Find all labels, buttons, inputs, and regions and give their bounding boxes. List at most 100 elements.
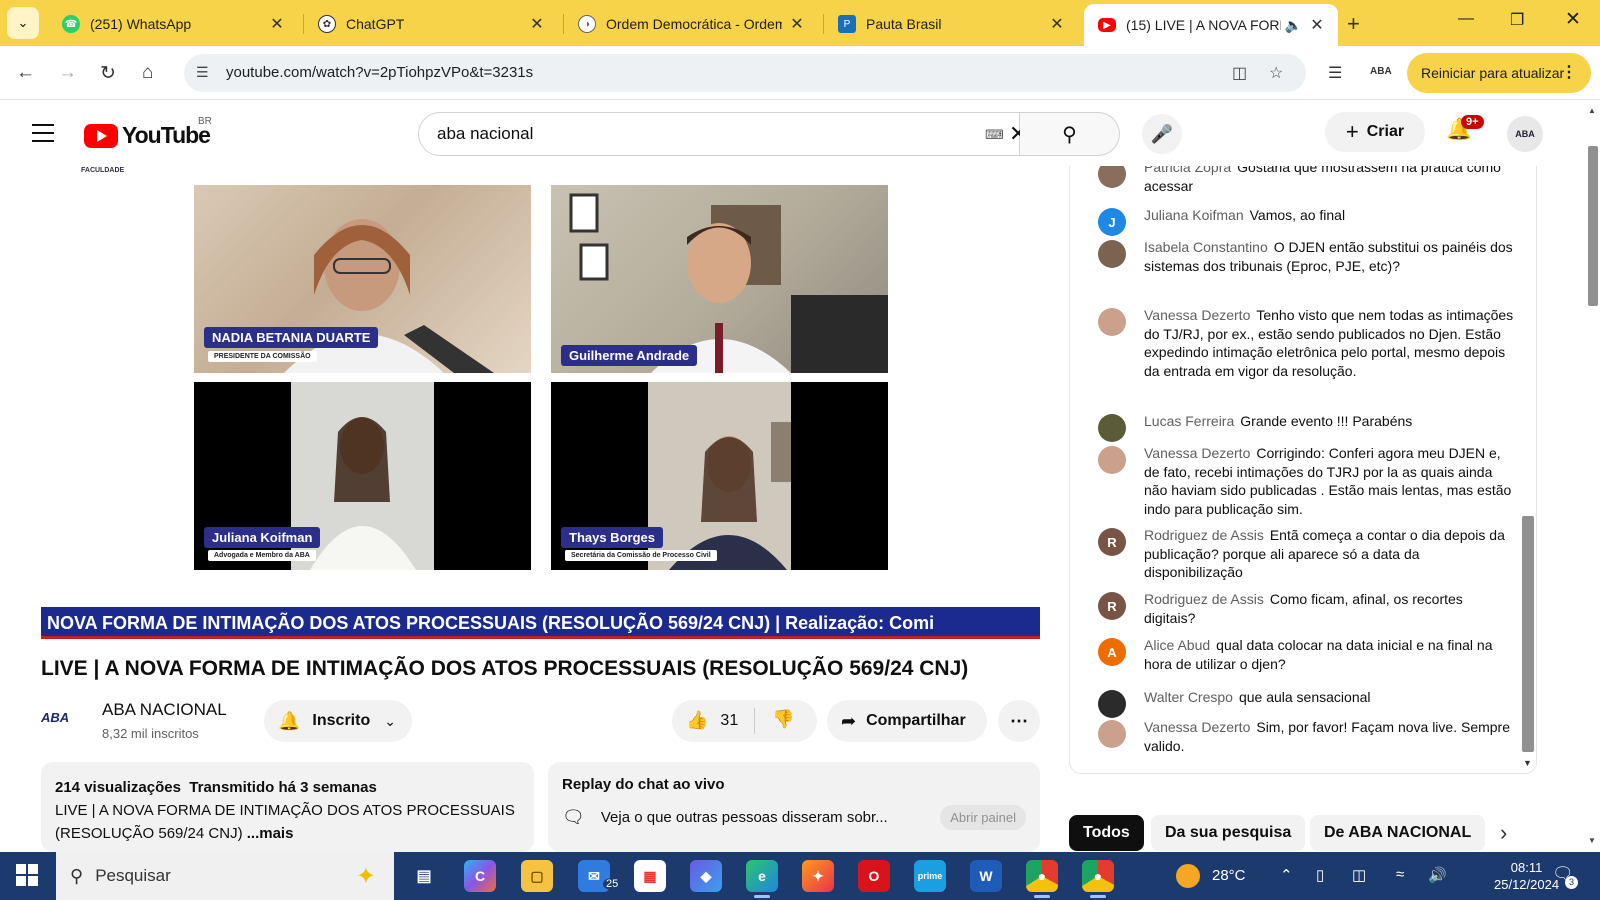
task-view-icon[interactable]: ▤ — [408, 860, 440, 892]
open-panel-button[interactable]: Abrir painel — [940, 805, 1026, 830]
chrome-icon[interactable]: ● — [1082, 860, 1114, 898]
search-button[interactable]: ⚲ — [1020, 112, 1120, 156]
chat-author[interactable]: Rodriguez de Assis — [1144, 527, 1264, 543]
battery-icon[interactable]: ◫ — [1352, 866, 1366, 884]
close-icon[interactable]: ✕ — [1048, 14, 1066, 34]
prime-video-icon[interactable]: prime — [914, 860, 946, 892]
wifi-icon[interactable]: ≈ — [1396, 866, 1404, 883]
chat-avatar[interactable]: A — [1098, 638, 1126, 666]
temperature[interactable]: 28°C — [1212, 867, 1246, 884]
chip-todos[interactable]: Todos — [1069, 815, 1144, 851]
speaker-icon[interactable]: 🔈 — [1285, 17, 1302, 34]
chat-avatar[interactable]: R — [1098, 592, 1126, 620]
thumbs-down-icon[interactable]: 👎 — [772, 709, 794, 730]
close-icon[interactable]: ✕ — [268, 14, 286, 34]
install-app-icon[interactable]: ◫ — [1232, 63, 1247, 83]
close-icon[interactable]: ✕ — [528, 14, 546, 34]
share-button[interactable]: ➦ Compartilhar — [827, 700, 987, 742]
edge-icon[interactable]: e — [746, 860, 778, 898]
reload-button[interactable]: ↻ — [100, 62, 116, 85]
restart-to-update-button[interactable]: Reiniciar para atualizar ⋮ — [1407, 53, 1591, 93]
page-scroll-up-icon[interactable]: ▲ — [1588, 106, 1596, 115]
chat-scroll-down-icon[interactable]: ▼ — [1523, 758, 1532, 768]
tab-whatsapp[interactable]: ☎ (251) WhatsApp ✕ — [48, 6, 298, 42]
copilot-icon[interactable]: C — [464, 860, 496, 892]
tab-ordem-democratica[interactable]: ◑ Ordem Democrática - Ordem ✕ — [564, 6, 818, 42]
chat-author[interactable]: Walter Crespo — [1144, 689, 1233, 705]
chat-author[interactable]: Lucas Ferreira — [1144, 413, 1234, 429]
chat-author[interactable]: Vanessa Dezerto — [1144, 307, 1250, 323]
chip-da-sua-pesquisa[interactable]: Da sua pesquisa — [1151, 815, 1306, 851]
word-icon[interactable]: W — [970, 860, 1002, 892]
chat-author[interactable]: Juliana Koifman — [1144, 207, 1244, 223]
subscribed-button[interactable]: 🔔 Inscrito ⌄ — [264, 700, 412, 742]
chat-author[interactable]: Patricia Zopra — [1144, 166, 1231, 175]
chat-avatar[interactable] — [1098, 308, 1126, 336]
address-bar[interactable]: ☰ youtube.com/watch?v=2pTiohpzVPo&t=3231… — [184, 54, 1306, 92]
bookmark-star-icon[interactable]: ☆ — [1269, 63, 1283, 83]
more-actions-icon[interactable]: ⋯ — [998, 700, 1040, 742]
chat-avatar[interactable] — [1098, 690, 1126, 718]
youtube-logo[interactable]: YouTube — [84, 122, 211, 149]
chat-avatar[interactable] — [1098, 240, 1126, 268]
chevron-right-icon[interactable]: › — [1500, 820, 1507, 846]
chat-avatar[interactable] — [1098, 720, 1126, 748]
chat-author[interactable]: Rodriguez de Assis — [1144, 591, 1264, 607]
chip-de-aba-nacional[interactable]: De ABA NACIONAL — [1310, 815, 1486, 851]
search-input[interactable] — [437, 124, 957, 144]
file-explorer-icon[interactable]: ▢ — [521, 860, 553, 892]
voice-search-button[interactable]: 🎤 — [1142, 114, 1182, 154]
tab-pauta-brasil[interactable]: P Pauta Brasil ✕ — [824, 6, 1078, 42]
tab-youtube-live[interactable]: ▶ (15) LIVE | A NOVA FORMA DE INTIMAÇÃO … — [1084, 4, 1338, 46]
close-icon[interactable]: ✕ — [788, 14, 806, 34]
create-button[interactable]: + Criar — [1325, 112, 1425, 152]
minimize-button[interactable]: — — [1458, 10, 1474, 28]
keyboard-icon[interactable]: ⌨ — [985, 127, 1004, 143]
system-clock[interactable]: 08:11 25/12/2024 — [1494, 859, 1559, 893]
app-icon[interactable]: ◆ — [690, 860, 722, 892]
forward-button[interactable]: → — [58, 62, 77, 84]
page-scroll-thumb[interactable] — [1588, 146, 1598, 306]
channel-logo[interactable]: ABA — [41, 710, 87, 734]
tab-search-button[interactable]: ⌄ — [7, 7, 39, 39]
chat-author[interactable]: Vanessa Dezerto — [1144, 719, 1250, 735]
close-window-button[interactable]: ✕ — [1565, 8, 1581, 31]
device-icon[interactable]: ▯ — [1316, 866, 1324, 884]
volume-icon[interactable]: 🔊 — [1428, 866, 1447, 884]
weather-sun-icon[interactable] — [1176, 864, 1200, 888]
windows-start-icon[interactable] — [16, 864, 38, 886]
new-tab-button[interactable]: + — [1347, 11, 1360, 37]
avatar[interactable]: ABA — [1507, 116, 1543, 152]
hamburger-menu-icon[interactable] — [32, 124, 54, 148]
like-button[interactable]: 👍 31 — [686, 710, 738, 731]
site-info-icon[interactable]: ☰ — [196, 64, 209, 81]
tab-chatgpt[interactable]: ✿ ChatGPT ✕ — [304, 6, 558, 42]
chat-avatar[interactable] — [1098, 166, 1126, 188]
profile-icon[interactable]: ABA — [1370, 66, 1392, 77]
chat-scroll-thumb[interactable] — [1522, 516, 1534, 752]
store-icon[interactable]: ▦ — [634, 860, 666, 892]
chat-author[interactable]: Alice Abud — [1144, 637, 1210, 653]
url-text[interactable]: youtube.com/watch?v=2pTiohpzVPo&t=3231s — [226, 64, 533, 81]
media-control-icon[interactable]: ☰ — [1328, 63, 1342, 83]
taskbar-search[interactable]: ⚲ Pesquisar ✦ — [56, 852, 394, 900]
chevron-up-icon[interactable]: ⌃ — [1280, 866, 1293, 884]
chrome-profile-icon[interactable]: ● — [1026, 860, 1058, 898]
channel-name[interactable]: ABA NACIONAL — [102, 700, 227, 720]
home-button[interactable]: ⌂ — [142, 62, 153, 84]
chat-author[interactable]: Isabela Constantino — [1144, 239, 1268, 255]
restore-button[interactable]: ❐ — [1510, 10, 1524, 30]
chat-avatar[interactable]: R — [1098, 528, 1126, 556]
show-more-link[interactable]: ...mais — [247, 825, 294, 842]
description-box[interactable]: 214 visualizações Transmitido há 3 seman… — [41, 762, 534, 852]
chat-author[interactable]: Vanessa Dezerto — [1144, 445, 1250, 461]
firefox-icon[interactable]: ✦ — [802, 860, 834, 892]
close-icon[interactable]: ✕ — [1308, 15, 1326, 35]
page-scroll-down-icon[interactable]: ▼ — [1588, 836, 1596, 845]
video-player[interactable]: FACULDADE NADIA BETANIA DUARTE PRESIDENT… — [41, 166, 1040, 642]
opera-icon[interactable]: O — [858, 860, 890, 892]
back-button[interactable]: ← — [16, 62, 35, 84]
menu-dots-icon[interactable]: ⋮ — [1561, 62, 1577, 82]
chat-avatar[interactable] — [1098, 446, 1126, 474]
chat-avatar[interactable]: J — [1098, 208, 1126, 236]
